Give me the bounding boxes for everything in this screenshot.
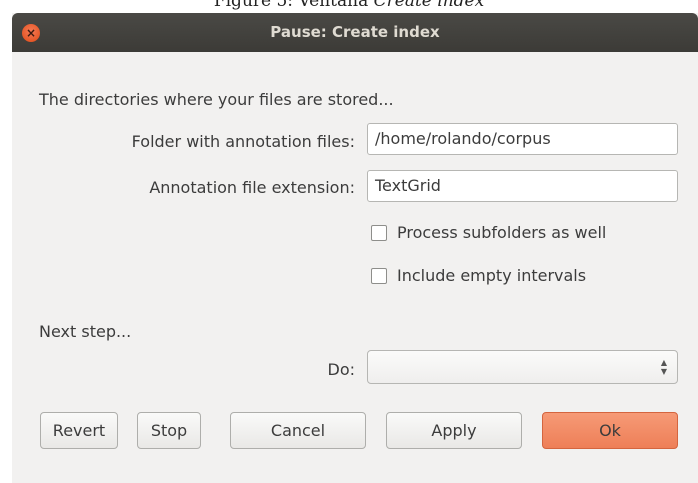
empty-intervals-checkbox[interactable] (371, 268, 387, 284)
subfolders-option[interactable]: Process subfolders as well (371, 222, 606, 244)
section-next-step-label: Next step... (39, 322, 132, 341)
do-select[interactable]: ▲ ▼ (367, 350, 678, 384)
cancel-button[interactable]: Cancel (230, 412, 366, 449)
subfolders-label: Process subfolders as well (397, 223, 607, 242)
stop-button[interactable]: Stop (137, 412, 201, 449)
folder-label: Folder with annotation files: (131, 132, 355, 151)
folder-input[interactable]: /home/rolando/corpus (367, 123, 678, 155)
figure-caption: Figure 5: Ventana Create index (0, 0, 698, 11)
ok-button[interactable]: Ok (542, 412, 678, 449)
dialog-window: Pause: Create index × The directories wh… (12, 13, 698, 483)
empty-intervals-label: Include empty intervals (397, 266, 587, 285)
close-icon[interactable]: × (22, 24, 40, 42)
section-directories-label: The directories where your files are sto… (39, 90, 394, 109)
apply-button[interactable]: Apply (386, 412, 522, 449)
subfolders-checkbox[interactable] (371, 225, 387, 241)
caption-text: Figure 5: Ventana (213, 0, 374, 11)
window-title: Pause: Create index (270, 23, 440, 41)
revert-button[interactable]: Revert (40, 412, 118, 449)
extension-label: Annotation file extension: (149, 178, 355, 197)
spinner-arrows-icon: ▲ ▼ (660, 358, 668, 376)
caption-italic: Create index (373, 0, 485, 11)
title-bar: Pause: Create index × (12, 13, 698, 52)
empty-intervals-option[interactable]: Include empty intervals (371, 265, 586, 287)
extension-input[interactable]: TextGrid (367, 170, 678, 202)
do-label: Do: (327, 360, 356, 379)
